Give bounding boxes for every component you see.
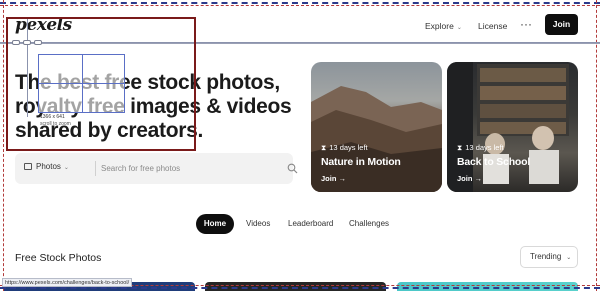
section-title: Free Stock Photos <box>15 252 102 264</box>
tab-challenges[interactable]: Challenges <box>349 214 389 234</box>
resize-handle[interactable] <box>34 40 42 45</box>
search-type-label: Photos <box>36 162 61 171</box>
resize-handle[interactable] <box>23 40 31 45</box>
mountain-photo <box>311 86 442 192</box>
card-join-link[interactable]: Join → <box>457 174 482 183</box>
challenge-card-nature-in-motion[interactable]: ⧗ 13 days left Nature in Motion Join → <box>311 62 442 192</box>
hourglass-icon: ⧗ <box>321 143 327 152</box>
search-divider <box>95 161 96 176</box>
page-guide-bottom <box>0 287 600 289</box>
search-bar: Photos ⌄ <box>15 153 298 184</box>
card-days-left-text: 13 days left <box>465 143 504 152</box>
search-icon[interactable] <box>287 163 298 174</box>
selection-hint-label: scroll to zoom <box>40 121 71 127</box>
more-menu-button[interactable]: ··· <box>520 17 532 31</box>
nav-explore[interactable]: Explore ⌄ <box>425 21 462 31</box>
sort-dropdown[interactable]: Trending ⌄ <box>520 246 578 268</box>
card-join-link[interactable]: Join → <box>321 174 346 183</box>
status-bar-url: https://www.pexels.com/challenges/back-t… <box>2 278 133 287</box>
card-title: Back to School <box>457 156 531 168</box>
selection-grid[interactable] <box>38 54 125 113</box>
tab-home[interactable]: Home <box>196 214 234 234</box>
selection-size-label: 1366 x 641 <box>40 114 65 120</box>
chevron-down-icon: ⌄ <box>566 255 572 261</box>
search-type-dropdown[interactable]: Photos ⌄ <box>24 162 69 171</box>
resize-handle[interactable] <box>12 40 20 45</box>
library-photo <box>447 62 569 192</box>
challenge-card-back-to-school[interactable]: ⧗ 13 days left Back to School Join → <box>447 62 578 192</box>
card-title: Nature in Motion <box>321 156 401 168</box>
nav-explore-label: Explore <box>425 21 454 31</box>
hourglass-icon: ⧗ <box>457 143 463 152</box>
chevron-down-icon: ⌄ <box>456 25 462 31</box>
card-days-left: ⧗ 13 days left <box>321 143 368 153</box>
tab-leaderboard[interactable]: Leaderboard <box>288 214 333 234</box>
join-button[interactable]: Join <box>545 14 578 35</box>
page-guide-top <box>0 2 600 4</box>
card-days-left: ⧗ 13 days left <box>457 143 504 153</box>
tab-videos[interactable]: Videos <box>246 214 270 234</box>
image-icon <box>24 163 32 170</box>
grid-horizontal-line <box>39 83 124 84</box>
nav-license[interactable]: License <box>478 21 507 31</box>
chevron-down-icon: ⌄ <box>63 165 69 171</box>
search-input[interactable] <box>101 160 271 177</box>
sort-dropdown-label: Trending <box>530 252 562 261</box>
card-days-left-text: 13 days left <box>329 143 368 152</box>
page-guide-top-inner <box>0 5 600 6</box>
